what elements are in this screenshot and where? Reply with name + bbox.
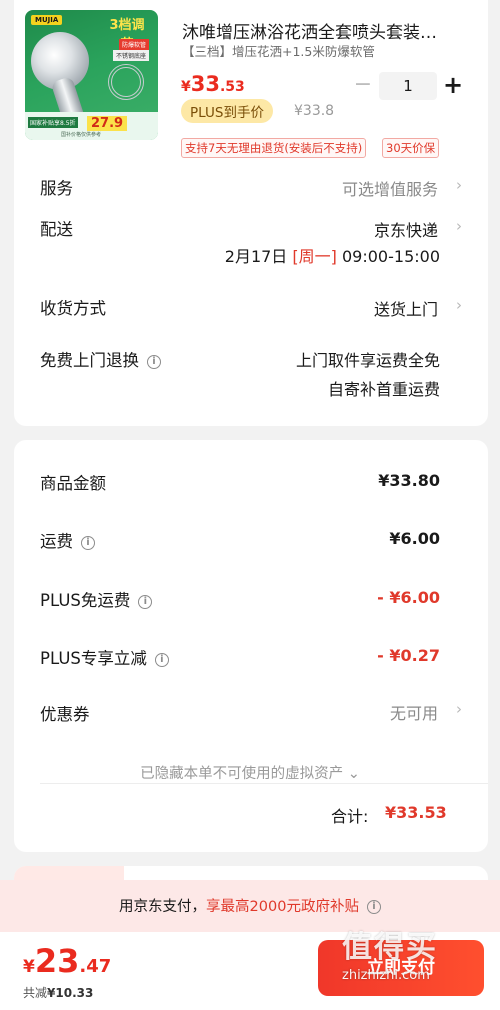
plus-price-tag: PLUS到手价 (181, 99, 273, 123)
free-return-line2: 自寄补首重运费 (327, 380, 440, 399)
total-label: 合计: (331, 807, 369, 826)
info-icon[interactable]: i (81, 536, 95, 550)
chevron-right-icon[interactable]: › (456, 176, 462, 194)
delivery-value[interactable]: 京东快递 (374, 217, 438, 241)
payment-subsidy-banner[interactable]: 用京东支付，享最高2000元政府补贴 i (0, 880, 500, 932)
receive-method-value[interactable]: 送货上门 (374, 296, 438, 320)
service-label: 服务 (40, 179, 73, 198)
delivery-weekday: [周一] (292, 247, 337, 266)
info-icon[interactable]: i (147, 355, 161, 369)
price-integer: 33 (190, 72, 220, 96)
freight-text: 运费 (40, 532, 73, 551)
product-title[interactable]: 沐唯增压淋浴花洒全套喷头套装… (182, 18, 462, 43)
receive-method-label: 收货方式 (40, 299, 106, 318)
final-price-decimal: .47 (79, 956, 112, 977)
service-value[interactable]: 可选增值服务 (342, 176, 438, 200)
product-thumbnail[interactable]: MUJIA 3档调节 防爆软管 不锈钢底座 国家补贴享8.5折 27.9 国补价… (25, 10, 158, 140)
price-decimal: .53 (219, 79, 245, 95)
free-return-text: 免费上门退换 (40, 351, 139, 370)
total-saved[interactable]: 共减¥10.33 (23, 984, 93, 1001)
quantity-input[interactable]: 1 (379, 72, 437, 100)
delivery-date: 2月17日 (224, 247, 288, 266)
quantity-stepper: − 1 + (351, 72, 463, 100)
subsidy-highlight: 享最高2000元政府补贴 (206, 899, 359, 915)
chevron-right-icon[interactable]: › (456, 296, 462, 314)
goods-amount-label: 商品金额 (40, 474, 106, 493)
currency-symbol: ¥ (23, 957, 35, 977)
free-return-line1: 上门取件享运费全免 (295, 351, 440, 370)
plus-discount-label: PLUS专享立减 i (40, 645, 169, 669)
final-price: ¥23.47 (23, 942, 111, 980)
currency-symbol: ¥ (181, 79, 191, 95)
saved-value: ¥10.33 (47, 986, 94, 1000)
total-value: ¥33.53 (385, 803, 447, 822)
plus-free-freight-label: PLUS免运费 i (40, 587, 153, 611)
freight-label: 运费 i (40, 528, 95, 552)
thumb-fineprint: 国补价格仅供参考 (61, 132, 102, 138)
chevron-right-icon[interactable]: › (456, 217, 462, 235)
plus-discount-text: PLUS专享立减 (40, 649, 147, 668)
plus-free-freight-text: PLUS免运费 (40, 591, 131, 610)
final-price-integer: 23 (34, 942, 80, 980)
checkout-bar: ¥23.47 共减¥10.33 立即支付 (0, 932, 500, 1010)
return-policy-badge: 支持7天无理由退货(安装后不支持) (181, 138, 367, 158)
coupon-value[interactable]: 无可用 (390, 700, 438, 724)
hidden-assets-toggle[interactable]: 已隐藏本单不可使用的虚拟资产 ⌄ (0, 762, 500, 783)
free-return-label: 免费上门退换 i (40, 347, 161, 371)
divider (40, 783, 488, 784)
plus-price: ¥33.8 (294, 103, 335, 119)
hose-image (108, 64, 144, 100)
increment-button[interactable]: + (441, 72, 465, 100)
delivery-slot: 09:00-15:00 (342, 247, 440, 266)
thumb-tag: 防爆软管 (118, 39, 149, 50)
pay-now-button[interactable]: 立即支付 (318, 940, 484, 996)
coupon-label: 优惠券 (40, 705, 90, 724)
product-price: ¥33.53 (181, 72, 245, 96)
saved-prefix: 共减 (23, 986, 48, 1000)
brand-logo: MUJIA (31, 15, 63, 25)
product-spec[interactable]: 【三档】增压花洒+1.5米防爆软管 (182, 41, 375, 60)
price-protect-badge: 30天价保 (382, 138, 440, 158)
thumb-price: 27.9 (87, 116, 128, 131)
plus-free-freight-value: - ¥6.00 (377, 588, 440, 607)
plus-discount-value: - ¥0.27 (377, 646, 440, 665)
decrement-button[interactable]: − (351, 72, 375, 100)
delivery-label: 配送 (40, 220, 73, 239)
info-icon[interactable]: i (366, 900, 381, 914)
chevron-right-icon[interactable]: › (456, 700, 462, 718)
subsidy-prefix: 用京东支付， (119, 899, 207, 915)
goods-amount-value: ¥33.80 (378, 471, 440, 490)
thumb-subsidy: 国家补贴享8.5折 (28, 117, 78, 128)
info-icon[interactable]: i (154, 653, 169, 667)
thumb-tag: 不锈钢底座 (112, 50, 149, 61)
info-icon[interactable]: i (138, 595, 153, 609)
freight-value: ¥6.00 (389, 529, 440, 548)
delivery-time[interactable]: 2月17日 [周一] 09:00-15:00 (225, 243, 440, 267)
